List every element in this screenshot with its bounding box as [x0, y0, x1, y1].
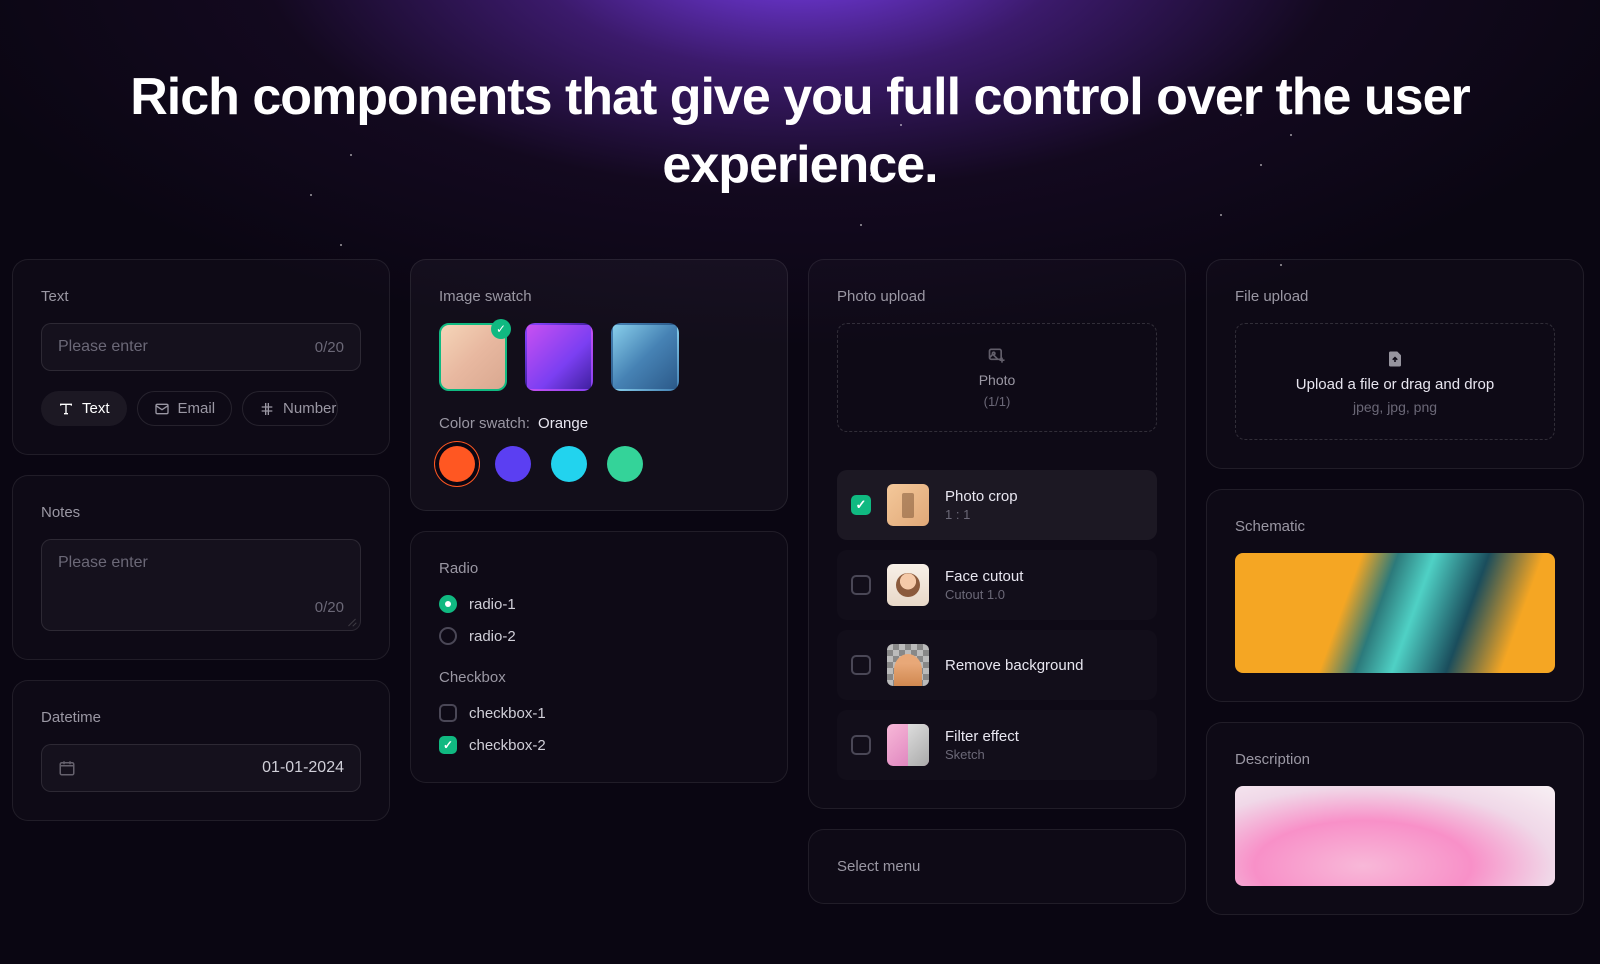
- tab-email[interactable]: Email: [137, 391, 233, 426]
- face-cutout-thumbnail: [887, 564, 929, 606]
- radio-checkbox-card: Radio radio-1 radio-2 Checkbox checkbox-…: [410, 531, 788, 783]
- filter-title: Filter effect: [945, 728, 1019, 745]
- image-swatch-1[interactable]: [439, 323, 507, 391]
- datetime-value: 01-01-2024: [262, 759, 344, 777]
- filter-thumbnail: [887, 724, 929, 766]
- text-label: Text: [41, 288, 361, 305]
- checkbox-1-text: checkbox-1: [469, 705, 546, 722]
- file-zone-sub: jpeg, jpg, png: [1353, 399, 1437, 415]
- photo-zone-sub: (1/1): [984, 394, 1011, 409]
- page-title: Rich components that give you full contr…: [0, 64, 1600, 199]
- datetime-card: Datetime 01-01-2024: [12, 680, 390, 821]
- calendar-icon: [58, 759, 76, 777]
- text-input-wrap[interactable]: 0/20: [41, 323, 361, 371]
- image-swatch-row: [439, 323, 759, 391]
- crop-thumbnail: [887, 484, 929, 526]
- email-icon: [154, 401, 170, 417]
- tab-text[interactable]: Text: [41, 391, 127, 426]
- photo-option-remove-bg[interactable]: Remove background: [837, 630, 1157, 700]
- file-upload-icon: [1386, 348, 1404, 370]
- radio-indicator: [439, 627, 457, 645]
- color-swatch-green[interactable]: [607, 446, 643, 482]
- file-dropzone[interactable]: Upload a file or drag and drop jpeg, jpg…: [1235, 323, 1555, 440]
- radio-indicator: [439, 595, 457, 613]
- description-image: [1235, 786, 1555, 886]
- schematic-card: Schematic: [1206, 489, 1584, 702]
- photo-dropzone[interactable]: Photo (1/1): [837, 323, 1157, 432]
- select-label: Select menu: [837, 858, 1157, 875]
- datetime-input[interactable]: 01-01-2024: [41, 744, 361, 792]
- color-swatch-value: Orange: [538, 415, 588, 432]
- photo-upload-card: Photo upload Photo (1/1) Photo crop 1 : …: [808, 259, 1186, 809]
- schematic-label: Schematic: [1235, 518, 1555, 535]
- image-add-icon: [986, 346, 1008, 366]
- checkbox-indicator: [851, 495, 871, 515]
- tab-number[interactable]: Number: [242, 391, 338, 426]
- tab-text-label: Text: [82, 400, 110, 417]
- checkbox-indicator: [851, 655, 871, 675]
- checkbox-2-text: checkbox-2: [469, 737, 546, 754]
- photo-crop-title: Photo crop: [945, 488, 1018, 505]
- text-counter: 0/20: [315, 339, 344, 356]
- checkbox-label: Checkbox: [439, 669, 759, 686]
- text-input-card: Text 0/20 Text Email Number: [12, 259, 390, 455]
- description-label: Description: [1235, 751, 1555, 768]
- color-swatch-orange[interactable]: [439, 446, 475, 482]
- image-swatch-label: Image swatch: [439, 288, 759, 305]
- remove-bg-title: Remove background: [945, 657, 1083, 674]
- photo-zone-title: Photo: [979, 372, 1016, 388]
- image-swatch-3[interactable]: [611, 323, 679, 391]
- image-swatch-2[interactable]: [525, 323, 593, 391]
- checkbox-option-2[interactable]: checkbox-2: [439, 736, 759, 754]
- photo-option-face-cutout[interactable]: Face cutout Cutout 1.0: [837, 550, 1157, 620]
- text-input[interactable]: [58, 338, 307, 356]
- radio-option-1[interactable]: radio-1: [439, 595, 759, 613]
- notes-counter: 0/20: [315, 599, 344, 616]
- face-cutout-sub: Cutout 1.0: [945, 587, 1023, 602]
- select-card: Select menu: [808, 829, 1186, 904]
- radio-label: Radio: [439, 560, 759, 577]
- photo-option-crop[interactable]: Photo crop 1 : 1: [837, 470, 1157, 540]
- color-swatch-row: [439, 446, 759, 482]
- radio-option-2[interactable]: radio-2: [439, 627, 759, 645]
- photo-option-filter[interactable]: Filter effect Sketch: [837, 710, 1157, 780]
- type-tabs: Text Email Number: [41, 391, 361, 426]
- checkbox-indicator: [439, 736, 457, 754]
- face-cutout-title: Face cutout: [945, 568, 1023, 585]
- checkbox-indicator: [439, 704, 457, 722]
- photo-crop-sub: 1 : 1: [945, 507, 1018, 522]
- color-swatch-cyan[interactable]: [551, 446, 587, 482]
- color-swatch-indigo[interactable]: [495, 446, 531, 482]
- color-swatch-label: Color swatch: Orange: [439, 415, 759, 432]
- notes-card: Notes 0/20: [12, 475, 390, 660]
- image-swatch-card: Image swatch Color swatch: Orange: [410, 259, 788, 511]
- remove-bg-thumbnail: [887, 644, 929, 686]
- number-icon: [259, 401, 275, 417]
- notes-textarea-wrap[interactable]: 0/20: [41, 539, 361, 631]
- photo-upload-label: Photo upload: [837, 288, 1157, 305]
- notes-textarea[interactable]: [58, 554, 344, 591]
- tab-email-label: Email: [178, 400, 216, 417]
- text-icon: [58, 401, 74, 417]
- schematic-image: [1235, 553, 1555, 673]
- resize-handle[interactable]: [346, 616, 356, 626]
- file-upload-label: File upload: [1235, 288, 1555, 305]
- radio-1-text: radio-1: [469, 596, 516, 613]
- filter-sub: Sketch: [945, 747, 1019, 762]
- checkbox-indicator: [851, 575, 871, 595]
- notes-label: Notes: [41, 504, 361, 521]
- datetime-label: Datetime: [41, 709, 361, 726]
- file-upload-card: File upload Upload a file or drag and dr…: [1206, 259, 1584, 469]
- description-card: Description: [1206, 722, 1584, 915]
- radio-2-text: radio-2: [469, 628, 516, 645]
- file-zone-title: Upload a file or drag and drop: [1296, 376, 1494, 393]
- checkbox-option-1[interactable]: checkbox-1: [439, 704, 759, 722]
- checkbox-indicator: [851, 735, 871, 755]
- tab-number-label: Number: [283, 400, 336, 417]
